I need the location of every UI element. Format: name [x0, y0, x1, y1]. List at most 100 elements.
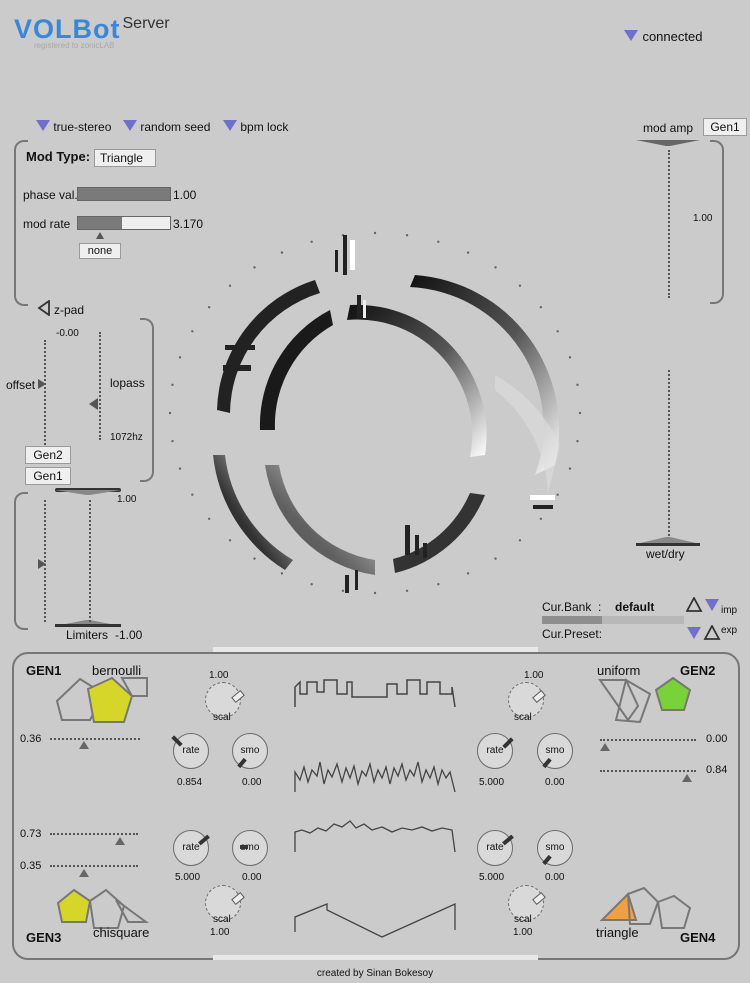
gen3-slider2-value: 0.35	[20, 860, 42, 872]
gen3-slider2-track[interactable]	[50, 865, 138, 867]
ring-dot	[568, 467, 572, 470]
mod-amp-gen-select[interactable]: Gen1	[703, 118, 747, 136]
gen3-rate-knob[interactable]: rate	[173, 830, 209, 866]
gen2-slider2-pointer-icon[interactable]	[682, 774, 692, 782]
offset-pointer-icon[interactable]	[38, 379, 46, 389]
export-up-icon[interactable]	[703, 625, 721, 640]
gen2-rate-knob[interactable]: rate	[477, 733, 513, 769]
gen2-select[interactable]: Gen2	[25, 446, 71, 464]
gen2-rate-value: 5.000	[479, 777, 505, 788]
gen3-distribution: chisquare	[93, 925, 150, 940]
bpm-lock-toggle[interactable]: bpm lock	[223, 120, 288, 134]
grain-visualization[interactable]	[165, 225, 585, 600]
ring-dot	[253, 557, 256, 560]
import-controls[interactable]	[686, 597, 722, 613]
import-down-icon[interactable]	[705, 599, 719, 611]
ring-dot	[437, 582, 440, 586]
gen2-slider1-track[interactable]	[600, 739, 696, 741]
gen4-label: GEN4	[680, 930, 716, 945]
gen2-slider2-track[interactable]	[600, 770, 696, 772]
limiter-pointer-icon[interactable]	[38, 559, 46, 569]
logo-server: Server	[122, 15, 170, 32]
mod-rate-slider[interactable]	[77, 216, 171, 230]
gen2-slider1-pointer-icon[interactable]	[600, 743, 610, 751]
offset-slider-track[interactable]	[44, 340, 46, 445]
gen4-scal-value: 1.00	[513, 927, 533, 938]
z-pad-toggle[interactable]	[37, 299, 51, 321]
gen3-slider1-pointer-icon[interactable]	[115, 837, 125, 845]
ring-dot	[373, 591, 377, 595]
ring-dot	[168, 411, 172, 415]
gen1-select[interactable]: Gen1	[25, 467, 71, 485]
ring-dot	[310, 582, 313, 586]
footer-credit: created by Sinan Bokesoy	[316, 968, 434, 979]
gen2-waveform	[294, 761, 456, 793]
lopass-pointer-icon[interactable]	[89, 398, 98, 410]
export-controls[interactable]	[686, 625, 722, 641]
mod-none-select[interactable]: none	[79, 243, 121, 259]
gen3-smo-value: 0.00	[242, 872, 262, 883]
ring-dot	[405, 589, 409, 592]
export-label[interactable]: exp	[721, 625, 737, 636]
gen3-smo-knob[interactable]: smo	[232, 830, 268, 866]
gen1-slider-track[interactable]	[50, 738, 140, 740]
gen1-slider-pointer-icon[interactable]	[79, 741, 89, 749]
ring-dot	[373, 231, 377, 235]
ring-dot	[437, 240, 440, 244]
app-logo: VOLBot Server registered to zonicLAB	[14, 14, 170, 50]
gen-panel-bottom-handle[interactable]	[213, 955, 538, 960]
ring-dot	[556, 493, 559, 496]
z-pad-bracket	[140, 318, 154, 482]
mod-type-select[interactable]: Triangle	[94, 149, 156, 167]
gen1-shape-icon[interactable]	[52, 676, 152, 730]
gen3-slider2-pointer-icon[interactable]	[79, 869, 89, 877]
gen3-slider1-track[interactable]	[50, 833, 138, 835]
gen4-rate-knob[interactable]: rate	[477, 830, 513, 866]
mod-rate-pointer-icon	[96, 232, 104, 239]
gen4-rate-label: rate	[486, 842, 504, 853]
export-down-icon[interactable]	[687, 627, 701, 639]
wet-dry-handle[interactable]	[636, 543, 700, 546]
logo-registration: registered to zonicLAB	[34, 41, 115, 50]
mod-rate-fill	[78, 217, 123, 229]
preset-slider[interactable]	[542, 616, 684, 624]
import-up-icon[interactable]	[686, 597, 703, 612]
ring-dot	[466, 572, 470, 575]
ring-dot	[539, 517, 543, 521]
ring-dot	[494, 557, 497, 560]
random-seed-toggle[interactable]: random seed	[123, 120, 210, 134]
gen2-scal-value: 1.00	[524, 670, 544, 681]
gen2-shape-icon[interactable]	[598, 676, 698, 730]
gen1-rate-knob[interactable]: rate	[173, 733, 209, 769]
ring-dot	[466, 251, 470, 254]
import-label[interactable]: imp	[721, 605, 737, 616]
gen4-rate-value: 5.000	[479, 872, 505, 883]
ring-dot	[494, 266, 497, 269]
lopass-slider-track[interactable]	[99, 332, 101, 440]
gen2-slider2-value: 0.84	[706, 764, 728, 776]
ring-dot	[539, 305, 543, 309]
bpm-lock-label: bpm lock	[240, 120, 289, 134]
waveform-displays	[294, 679, 456, 938]
limiter-bottom-handle[interactable]	[55, 624, 121, 627]
gen1-smo-label: smo	[240, 745, 260, 756]
limiter-shape	[55, 490, 121, 626]
wet-dry-track[interactable]	[668, 370, 670, 540]
true-stereo-triangle-icon	[36, 120, 50, 131]
mod-amp-bracket	[710, 140, 724, 304]
z-pad-label: z-pad	[54, 303, 85, 317]
true-stereo-toggle[interactable]: true-stereo	[36, 120, 111, 134]
gen2-smo-value: 0.00	[545, 777, 565, 788]
gen3-slider1-value: 0.73	[20, 828, 42, 840]
mod-amp-track[interactable]	[668, 150, 670, 298]
ring-dot	[228, 539, 232, 542]
gen3-scal-value: 1.00	[210, 927, 230, 938]
gen4-waveform	[294, 902, 456, 938]
connection-status[interactable]: connected	[624, 28, 702, 46]
limiter-right-track[interactable]	[89, 500, 91, 622]
ring-dot	[228, 284, 232, 287]
phase-val-fill	[78, 188, 170, 200]
phase-val-slider[interactable]	[77, 187, 171, 201]
mod-type-label: Mod Type:	[26, 149, 91, 164]
limiter-top-value: 1.00	[117, 494, 137, 505]
